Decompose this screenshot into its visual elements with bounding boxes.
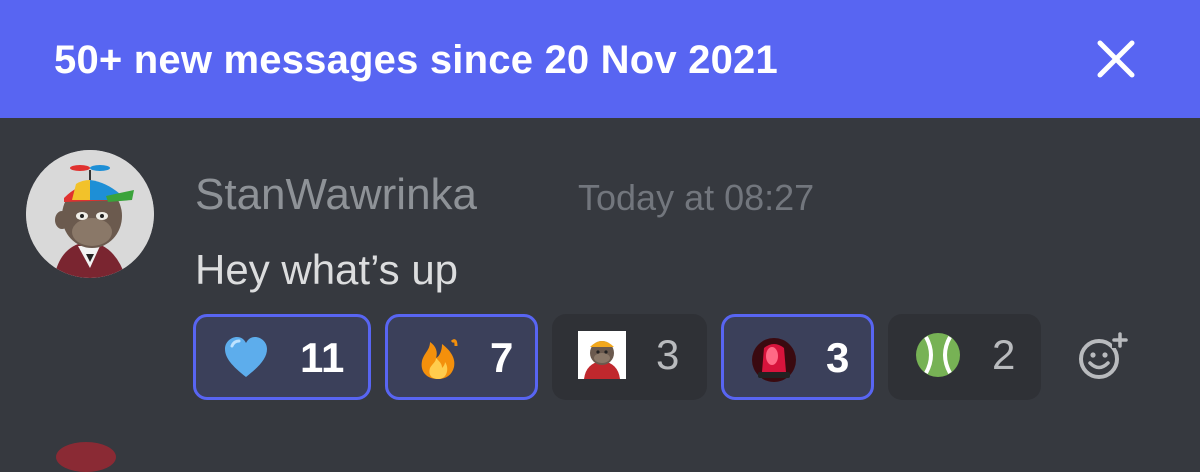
reaction-count: 3	[826, 334, 850, 381]
message-content: Hey what’s up	[195, 246, 459, 293]
tennis-ball-icon	[914, 331, 962, 379]
blue-heart-icon	[222, 334, 270, 382]
reaction-blue-heart[interactable]: 11	[193, 314, 371, 400]
reaction-siren[interactable]: 3	[721, 314, 874, 400]
reaction-ape-custom[interactable]: 3	[552, 314, 707, 400]
reaction-count: 2	[992, 331, 1016, 378]
reaction-count: 7	[490, 334, 514, 381]
reaction-count: 11	[300, 334, 345, 381]
message-author[interactable]: StanWawrinka	[195, 168, 477, 222]
reaction-tennis-ball[interactable]: 2	[888, 314, 1041, 400]
reaction-fire[interactable]: 7	[385, 314, 538, 400]
next-message-avatar[interactable]	[56, 442, 116, 472]
chat-message: StanWawrinka Today at 08:27 Hey what’s u…	[0, 118, 1200, 472]
new-messages-banner[interactable]: 50+ new messages since 20 Nov 2021	[0, 0, 1200, 118]
fire-icon	[414, 334, 462, 382]
user-avatar[interactable]	[26, 150, 154, 278]
siren-light-icon	[750, 334, 798, 382]
add-reaction-icon[interactable]	[1076, 330, 1128, 382]
ape-custom-emoji-icon	[578, 331, 626, 379]
message-timestamp: Today at 08:27	[578, 177, 815, 218]
reactions-bar: 11 7 3 3 2	[193, 314, 1173, 400]
reaction-count: 3	[656, 331, 680, 378]
new-messages-text[interactable]: 50+ new messages since 20 Nov 2021	[54, 32, 778, 88]
close-icon[interactable]	[1090, 33, 1142, 85]
